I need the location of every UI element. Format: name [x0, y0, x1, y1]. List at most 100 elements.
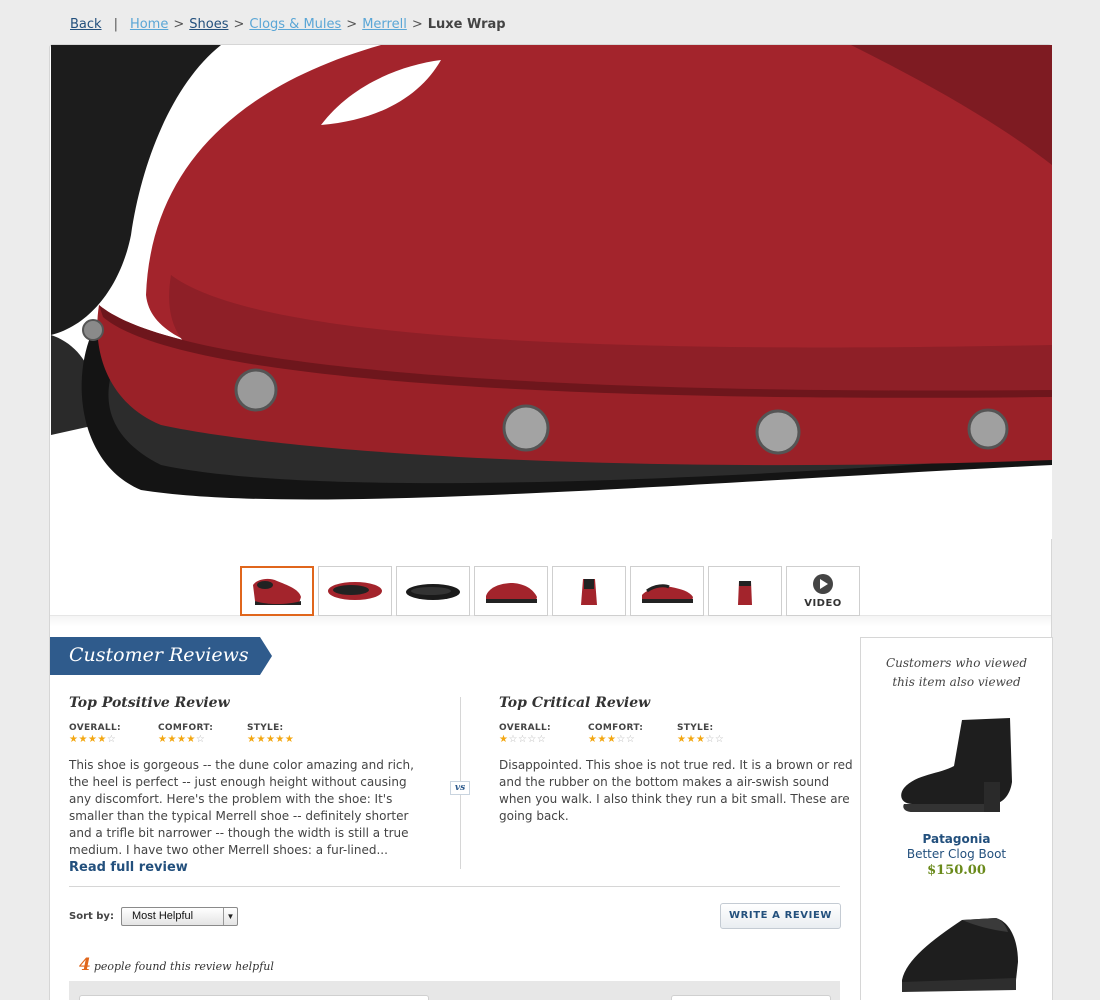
- overall-rating: OVERALL: ★★★★☆: [69, 723, 158, 746]
- breadcrumb-arrow: >: [173, 17, 185, 32]
- also-viewed-item[interactable]: [861, 910, 1052, 1000]
- review-card-side: [671, 995, 831, 1000]
- helpful-count: 4: [79, 955, 91, 975]
- positive-review-ratings: OVERALL: ★★★★☆ COMFORT: ★★★★☆ STYLE: ★★★…: [69, 723, 424, 746]
- breadcrumb-separator: |: [113, 17, 118, 32]
- style-label: STYLE:: [247, 723, 284, 733]
- customer-reviews-title: Customer Reviews: [69, 644, 249, 666]
- video-thumbnail[interactable]: VIDEO: [786, 566, 860, 616]
- thumbnail-1[interactable]: [240, 566, 314, 616]
- star-filled-icon: ★: [97, 734, 107, 745]
- thumbnail-2[interactable]: [318, 566, 392, 616]
- helpful-count-line: 4 people found this review helpful: [79, 955, 274, 975]
- thumbnail-5[interactable]: [552, 566, 626, 616]
- sort-control: Sort by: Most Helpful ▼: [69, 907, 238, 926]
- top-critical-review: Top Critical Review OVERALL: ★☆☆☆☆ COMFO…: [499, 695, 854, 825]
- positive-review-text: This shoe is gorgeous -- the dune color …: [69, 758, 414, 857]
- sort-label: Sort by:: [69, 911, 114, 922]
- critical-review-title: Top Critical Review: [499, 695, 651, 711]
- read-full-review-link[interactable]: Read full review: [69, 860, 424, 875]
- customer-reviews-header: Customer Reviews: [50, 637, 272, 675]
- clog-product-image: [901, 918, 1018, 992]
- also-viewed-sidebar: Customers who viewed this item also view…: [860, 637, 1053, 1000]
- shoe-thumbnail-icon: [406, 584, 460, 600]
- thumbnail-3[interactable]: [396, 566, 470, 616]
- also-viewed-title: Customers who viewed this item also view…: [861, 654, 1052, 692]
- breadcrumb-clogs-mules[interactable]: Clogs & Mules: [249, 17, 341, 32]
- comfort-label: COMFORT:: [158, 723, 214, 733]
- thumbnail-strip-shade: [50, 615, 1051, 627]
- product-hero-image[interactable]: [51, 45, 1052, 539]
- comfort-label: COMFORT:: [588, 723, 644, 733]
- also-viewed-item[interactable]: Patagonia Better Clog Boot $150.00: [861, 712, 1052, 878]
- vs-badge: vs: [450, 781, 470, 795]
- shoe-thumbnail-icon: [253, 578, 301, 605]
- star-empty-icon: ☆: [536, 734, 547, 745]
- also-viewed-title-line1: Customers who viewed: [885, 656, 1028, 670]
- positive-review-title: Top Potsitive Review: [69, 695, 230, 711]
- star-empty-icon: ☆: [714, 734, 725, 745]
- star-filled-icon: ★: [275, 734, 285, 745]
- shoe-closeup-image: [51, 45, 1052, 539]
- also-viewed-brand[interactable]: Patagonia: [861, 832, 1052, 846]
- star-rating: ★☆☆☆☆: [499, 734, 588, 746]
- shoe-thumbnail-icon: [328, 582, 382, 600]
- back-link[interactable]: Back: [70, 17, 102, 32]
- style-label: STYLE:: [677, 723, 714, 733]
- style-rating: STYLE: ★★★☆☆: [677, 723, 766, 746]
- top-positive-review: Top Potsitive Review OVERALL: ★★★★☆ COMF…: [69, 695, 424, 875]
- dropdown-arrow-icon: ▼: [222, 908, 237, 925]
- comfort-rating: COMFORT: ★★★☆☆: [588, 723, 677, 746]
- thumbnail-4[interactable]: [474, 566, 548, 616]
- star-rating: ★★★★☆: [158, 734, 247, 746]
- thumbnail-6[interactable]: [630, 566, 704, 616]
- star-filled-icon: ★: [606, 734, 617, 745]
- breadcrumb-arrow: >: [411, 17, 423, 32]
- video-label: VIDEO: [804, 598, 842, 609]
- shoe-thumbnail-icon: [486, 583, 537, 603]
- star-rating: ★★★☆☆: [588, 734, 677, 746]
- play-icon: [813, 574, 833, 594]
- star-filled-icon: ★: [284, 734, 295, 745]
- style-rating: STYLE: ★★★★★: [247, 723, 336, 746]
- review-card: [79, 995, 429, 1000]
- star-filled-icon: ★: [186, 734, 196, 745]
- breadcrumb-home[interactable]: Home: [130, 17, 168, 32]
- star-filled-icon: ★: [167, 734, 177, 745]
- star-empty-icon: ☆: [195, 734, 206, 745]
- thumbnail-strip: VIDEO: [240, 566, 864, 616]
- comfort-rating: COMFORT: ★★★★☆: [158, 723, 247, 746]
- star-filled-icon: ★: [695, 734, 706, 745]
- thumbnail-7[interactable]: [708, 566, 782, 616]
- star-empty-icon: ☆: [625, 734, 636, 745]
- overall-rating: OVERALL: ★☆☆☆☆: [499, 723, 588, 746]
- star-filled-icon: ★: [256, 734, 266, 745]
- product-panel: VIDEO Customer Reviews Top Potsitive Rev…: [49, 44, 1053, 1000]
- helpful-text: people found this review helpful: [93, 960, 274, 973]
- section-divider: [69, 886, 840, 887]
- breadcrumb-merrell[interactable]: Merrell: [362, 17, 407, 32]
- critical-review-text: Disappointed. This shoe is not true red.…: [499, 758, 853, 823]
- shoe-thumbnail-icon: [642, 584, 693, 603]
- star-filled-icon: ★: [265, 734, 276, 745]
- sort-select[interactable]: Most Helpful ▼: [120, 907, 238, 926]
- star-empty-icon: ☆: [508, 734, 518, 745]
- sort-selected-value: Most Helpful: [131, 910, 194, 922]
- breadcrumb-current: Luxe Wrap: [427, 17, 506, 32]
- write-review-button[interactable]: WRITE A REVIEW: [720, 903, 841, 929]
- overall-label: OVERALL:: [499, 723, 551, 733]
- star-rating: ★★★★☆: [69, 734, 158, 746]
- breadcrumb-shoes[interactable]: Shoes: [189, 17, 228, 32]
- star-empty-icon: ☆: [616, 734, 626, 745]
- breadcrumb-arrow: >: [346, 17, 358, 32]
- star-empty-icon: ☆: [705, 734, 715, 745]
- shoe-thumbnail-icon: [738, 581, 752, 605]
- shoe-thumbnail-icon: [581, 579, 597, 605]
- also-viewed-name[interactable]: Better Clog Boot: [861, 847, 1052, 861]
- star-rating: ★★★☆☆: [677, 734, 766, 746]
- breadcrumb: Back | Home > Shoes > Clogs & Mules > Merrell > Lu…: [70, 17, 506, 32]
- star-filled-icon: ★: [686, 734, 696, 745]
- also-viewed-price: $150.00: [927, 863, 986, 878]
- star-filled-icon: ★: [87, 734, 98, 745]
- critical-review-ratings: OVERALL: ★☆☆☆☆ COMFORT: ★★★☆☆ STYLE: ★★★…: [499, 723, 854, 746]
